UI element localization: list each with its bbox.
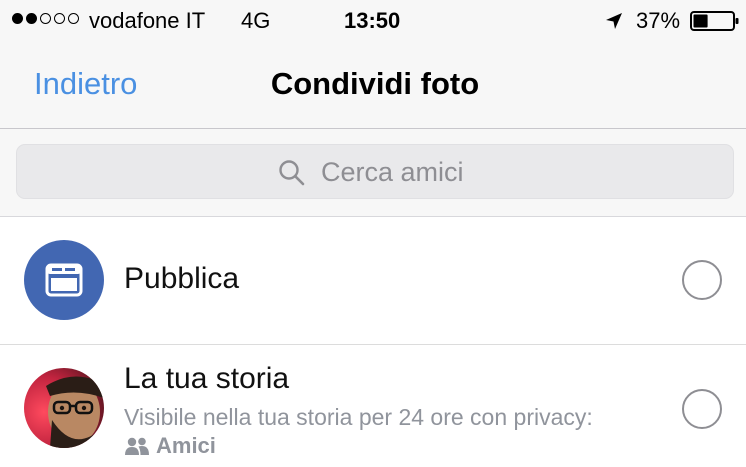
navigation-bar: Indietro Condividi foto: [0, 40, 746, 129]
battery-icon: [690, 11, 739, 31]
option-row-story[interactable]: La tua storia Visibile nella tua storia …: [0, 346, 746, 467]
location-arrow-icon: [606, 13, 622, 29]
privacy-label: Amici: [156, 433, 216, 458]
search-friends-input[interactable]: Cerca amici: [16, 144, 734, 199]
carrier-name: vodafone IT: [89, 8, 206, 33]
search-placeholder: Cerca amici: [321, 157, 464, 187]
user-avatar: [24, 368, 104, 448]
battery-percentage: 37%: [636, 8, 681, 33]
clock: 13:50: [344, 8, 401, 33]
option-radio-story[interactable]: [682, 389, 722, 429]
public-avatar: [24, 240, 104, 320]
signal-dot: [54, 13, 65, 24]
page-title: Condividi foto: [270, 66, 480, 101]
signal-dot: [26, 13, 37, 24]
friends-icon: [125, 437, 149, 455]
share-photo-screen: vodafone IT 4G 13:50 37% Indietro Condiv…: [0, 0, 746, 467]
user-photo: [24, 368, 104, 448]
status-bar: vodafone IT 4G 13:50 37%: [0, 0, 746, 40]
option-row-public[interactable]: Pubblica: [0, 218, 746, 345]
news-feed-icon: [45, 263, 83, 297]
signal-dot: [40, 13, 51, 24]
signal-dot: [12, 13, 23, 24]
signal-strength-icon: [12, 13, 79, 24]
option-title: La tua storia: [124, 362, 290, 395]
option-subtitle: Visibile nella tua storia per 24 ore con…: [124, 404, 593, 430]
privacy-indicator: Amici: [124, 433, 216, 459]
signal-dot: [68, 13, 79, 24]
search-icon: [279, 160, 305, 186]
option-radio-public[interactable]: [682, 260, 722, 300]
search-area: Cerca amici: [0, 129, 746, 217]
option-title: Pubblica: [124, 262, 240, 295]
network-type: 4G: [241, 8, 271, 33]
